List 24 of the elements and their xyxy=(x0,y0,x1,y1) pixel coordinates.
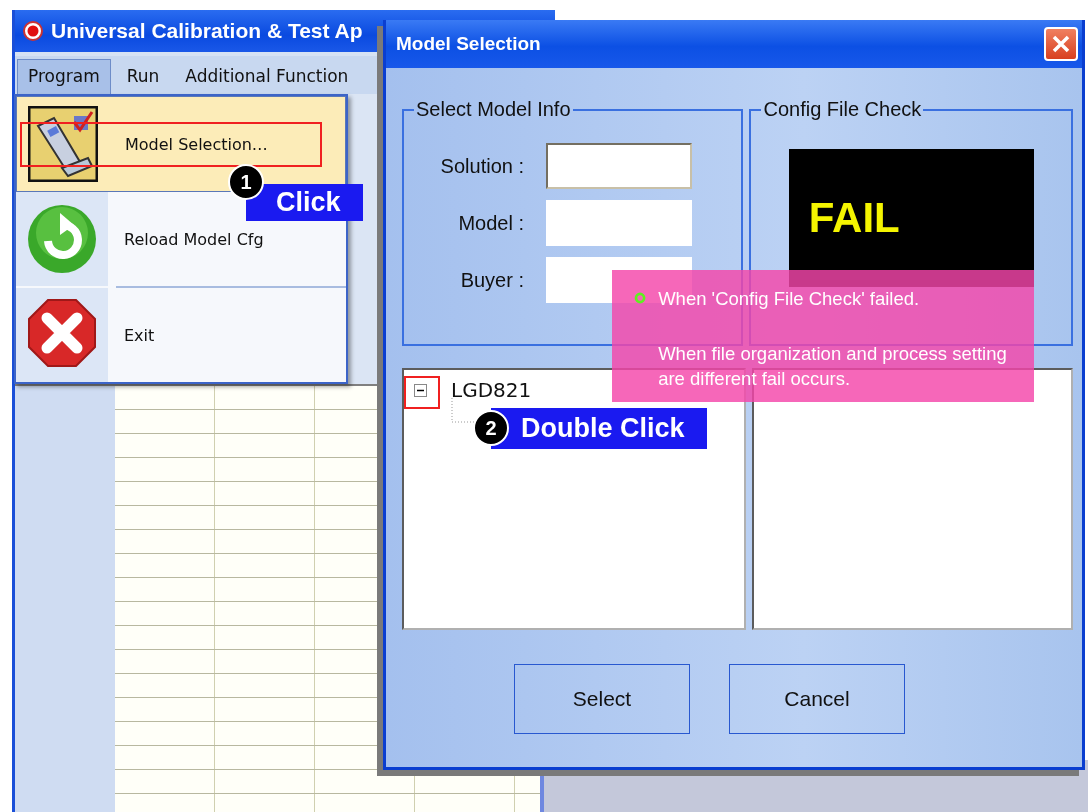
field-label: Model : xyxy=(457,211,524,235)
dialog-title: Model Selection xyxy=(396,33,541,55)
note-text: When 'Config File Check' failed. xyxy=(658,287,921,311)
note-text: When file organization and process setting are different fail occurs. xyxy=(658,342,1008,391)
close-icon xyxy=(1051,34,1071,54)
menu-item[interactable]: Additional Function xyxy=(175,60,359,94)
collapse-icon[interactable] xyxy=(414,383,427,397)
record-dot-icon xyxy=(23,21,43,41)
menu-item[interactable]: Run xyxy=(116,60,170,94)
phone-icon xyxy=(28,106,98,182)
menu-item[interactable]: Program xyxy=(17,59,111,94)
group-title: Config File Check xyxy=(762,98,923,121)
field-label: Buyer : xyxy=(459,268,524,292)
group-title: Select Model Info xyxy=(415,98,572,121)
input-field[interactable] xyxy=(546,200,692,246)
dialog-button[interactable]: Select xyxy=(514,664,690,734)
field-label: Solution : xyxy=(439,154,524,178)
close-button[interactable] xyxy=(1044,27,1078,61)
dialog-button[interactable]: Cancel xyxy=(729,664,905,734)
highlight-frame xyxy=(404,376,440,409)
input-field[interactable] xyxy=(546,143,692,189)
result-text: FAIL xyxy=(808,194,900,242)
menu-item[interactable]: Exit xyxy=(16,288,346,382)
window-title: Universal Calibration & Test Ap xyxy=(51,19,363,43)
